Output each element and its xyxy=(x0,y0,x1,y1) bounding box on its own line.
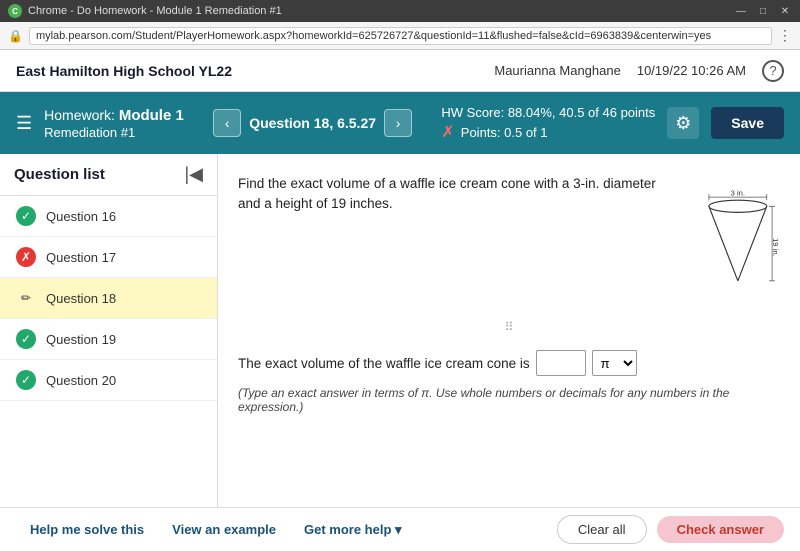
sidebar-question-label: Question 18 xyxy=(46,291,116,306)
next-question-button[interactable]: › xyxy=(384,109,412,137)
question-text: Find the exact volume of a waffle ice cr… xyxy=(238,174,676,215)
bottom-bar: Help me solve this View an example Get m… xyxy=(0,507,800,551)
browser-favicon: C xyxy=(8,4,22,18)
sidebar-title: Question list xyxy=(14,166,105,183)
close-button[interactable]: ✕ xyxy=(778,4,792,18)
remediation-label: Remediation #1 xyxy=(44,125,184,140)
sidebar-item-q19[interactable]: ✓ Question 19 xyxy=(0,319,217,360)
help-button[interactable]: ? xyxy=(762,60,784,82)
sidebar-item-q17[interactable]: ✗ Question 17 xyxy=(0,237,217,278)
address-bar: 🔒 mylab.pearson.com/Student/PlayerHomewo… xyxy=(0,22,800,50)
homework-title: Homework: Module 1 xyxy=(44,107,184,125)
points-row: ✗ Points: 0.5 of 1 xyxy=(441,122,655,142)
sidebar-item-q18[interactable]: ✏ Question 18 xyxy=(0,278,217,319)
divider-row[interactable]: ⠿ xyxy=(238,320,780,334)
clear-all-button[interactable]: Clear all xyxy=(557,515,647,544)
check-answer-button[interactable]: Check answer xyxy=(657,516,784,543)
points-x-icon: ✗ xyxy=(441,122,454,142)
answer-row: The exact volume of the waffle ice cream… xyxy=(238,350,780,376)
points-label: Points: 0.5 of 1 xyxy=(461,125,548,140)
prev-question-button[interactable]: ‹ xyxy=(213,109,241,137)
url-bar[interactable]: mylab.pearson.com/Student/PlayerHomework… xyxy=(29,27,772,45)
drag-handle[interactable]: ⠿ xyxy=(505,320,514,334)
status-correct-icon: ✓ xyxy=(16,370,36,390)
sidebar-item-q20[interactable]: ✓ Question 20 xyxy=(0,360,217,401)
sidebar: Question list |◀ ✓ Question 16 ✗ Questio… xyxy=(0,154,218,507)
homework-label-text: Homework: Module 1 xyxy=(44,107,184,123)
datetime: 10/19/22 10:26 AM xyxy=(637,63,746,78)
units-dropdown[interactable]: π in² in³ xyxy=(592,350,637,376)
course-header: ☰ Homework: Module 1 Remediation #1 ‹ Qu… xyxy=(0,92,800,154)
bottom-right-actions: Clear all Check answer xyxy=(557,515,784,544)
maximize-button[interactable]: □ xyxy=(756,4,770,18)
save-button[interactable]: Save xyxy=(711,107,784,139)
answer-input[interactable] xyxy=(536,350,586,376)
tab-title: Chrome - Do Homework - Module 1 Remediat… xyxy=(28,5,734,17)
menu-icon[interactable]: ☰ xyxy=(16,113,32,134)
help-me-solve-button[interactable]: Help me solve this xyxy=(16,514,158,546)
minimize-button[interactable]: — xyxy=(734,4,748,18)
cone-figure: 3 in. 19 in. xyxy=(696,174,780,304)
sidebar-question-label: Question 16 xyxy=(46,209,116,224)
question-text-wrap: Find the exact volume of a waffle ice cr… xyxy=(238,174,780,304)
student-name: Maurianna Manghane xyxy=(494,63,620,78)
header-right: Maurianna Manghane 10/19/22 10:26 AM ? xyxy=(494,60,784,82)
title-bar: C Chrome - Do Homework - Module 1 Remedi… xyxy=(0,0,800,22)
status-correct-icon: ✓ xyxy=(16,206,36,226)
lock-icon: 🔒 xyxy=(8,29,23,43)
answer-hint: (Type an exact answer in terms of π. Use… xyxy=(238,386,780,414)
sidebar-question-label: Question 20 xyxy=(46,373,116,388)
window-controls[interactable]: — □ ✕ xyxy=(734,4,792,18)
hw-score: HW Score: 88.04%, 40.5 of 46 points xyxy=(441,104,655,122)
svg-text:3 in.: 3 in. xyxy=(731,189,745,198)
sidebar-question-label: Question 19 xyxy=(46,332,116,347)
main-content: Question list |◀ ✓ Question 16 ✗ Questio… xyxy=(0,154,800,507)
gear-button[interactable]: ⚙ xyxy=(667,107,699,139)
share-icon[interactable]: ⋮ xyxy=(778,27,792,44)
get-more-help-button[interactable]: Get more help ▾ xyxy=(290,514,416,546)
course-left: ☰ Homework: Module 1 Remediation #1 xyxy=(16,107,184,140)
school-name: East Hamilton High School YL22 xyxy=(16,63,232,79)
score-area: HW Score: 88.04%, 40.5 of 46 points ✗ Po… xyxy=(441,104,784,142)
collapse-sidebar-button[interactable]: |◀ xyxy=(184,164,203,185)
pencil-icon: ✏ xyxy=(16,288,36,308)
view-example-button[interactable]: View an example xyxy=(158,514,290,546)
question-label: Question 18, 6.5.27 xyxy=(249,115,376,131)
bottom-left-actions: Help me solve this View an example Get m… xyxy=(16,514,416,546)
answer-prefix: The exact volume of the waffle ice cream… xyxy=(238,356,530,371)
question-nav: ‹ Question 18, 6.5.27 › xyxy=(213,109,412,137)
top-header: East Hamilton High School YL22 Maurianna… xyxy=(0,50,800,92)
sidebar-item-q16[interactable]: ✓ Question 16 xyxy=(0,196,217,237)
status-correct-icon: ✓ xyxy=(16,329,36,349)
sidebar-question-label: Question 17 xyxy=(46,250,116,265)
question-content: Find the exact volume of a waffle ice cr… xyxy=(218,154,800,507)
status-incorrect-icon: ✗ xyxy=(16,247,36,267)
svg-text:19 in.: 19 in. xyxy=(771,238,780,257)
sidebar-header: Question list |◀ xyxy=(0,154,217,196)
